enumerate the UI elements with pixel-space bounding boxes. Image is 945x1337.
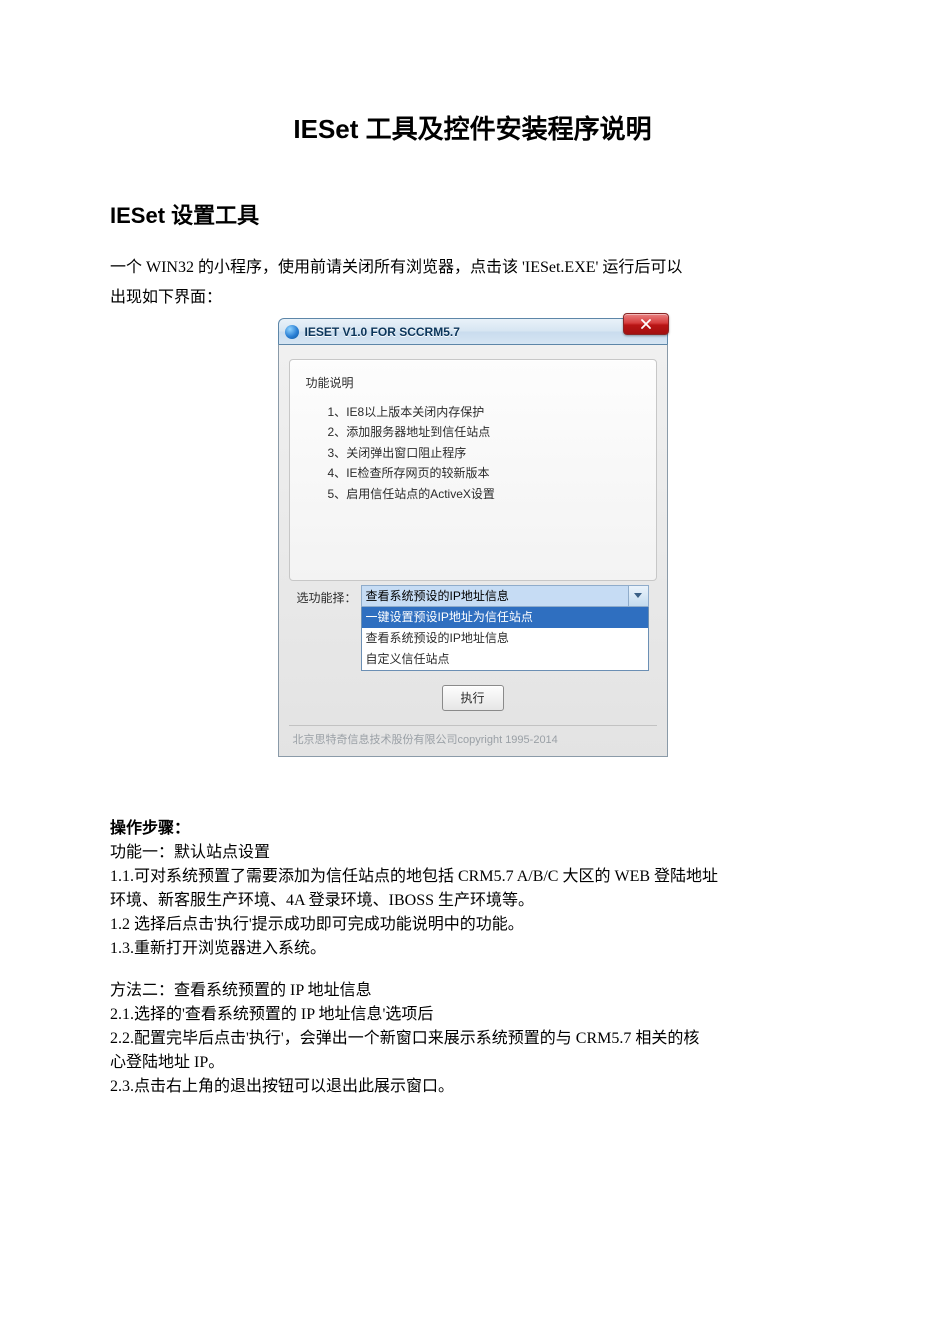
feature-groupbox: 功能说明 1、IE8以上版本关闭内存保护 2、添加服务器地址到信任站点 3、关闭… [289, 359, 657, 581]
close-icon [641, 319, 651, 329]
feature-group-title: 功能说明 [306, 374, 640, 392]
step-text: 1.1.可对系统预置了需要添加为信任站点的地包括 CRM5.7 A/B/C 大区… [110, 865, 835, 889]
page-title: IESet 工具及控件安装程序说明 [110, 110, 835, 149]
window-title: IESET V1.0 FOR SCCRM5.7 [305, 323, 460, 341]
step-text: 1.2 选择后点击'执行'提示成功即可完成功能说明中的功能。 [110, 913, 835, 937]
function-select-option[interactable]: 自定义信任站点 [362, 649, 648, 670]
step-text: 环境、新客服生产环境、4A 登录环境、IBOSS 生产环境等。 [110, 889, 835, 913]
step-text: 2.1.选择的'查看系统预置的 IP 地址信息'选项后 [110, 1003, 835, 1027]
section-heading: IESet 设置工具 [110, 199, 835, 232]
step-text: 2.2.配置完毕后点击'执行'，会弹出一个新窗口来展示系统预置的与 CRM5.7… [110, 1027, 835, 1051]
app-icon [285, 325, 299, 339]
function-select-dropdown: 一键设置预设IP地址为信任站点 查看系统预设的IP地址信息 自定义信任站点 [361, 607, 649, 671]
app-copyright: 北京思特奇信息技术股份有限公司copyright 1995-2014 [289, 725, 657, 751]
ieset-window: IESET V1.0 FOR SCCRM5.7 功能说明 1、IE8以上版本关闭… [278, 318, 668, 757]
method-title: 方法二：查看系统预置的 IP 地址信息 [110, 979, 835, 1003]
function-select-value: 查看系统预设的IP地址信息 [362, 586, 628, 606]
intro-text-line: 出现如下界面： [110, 286, 835, 310]
dropdown-arrow-button[interactable] [628, 586, 648, 606]
function-select[interactable]: 查看系统预设的IP地址信息 一键设置预设IP地址为信任站点 查看系统预设的IP地… [361, 585, 649, 671]
step-text: 1.3.重新打开浏览器进入系统。 [110, 937, 835, 961]
steps-heading: 操作步骤： [110, 817, 835, 841]
feature-item: 1、IE8以上版本关闭内存保护 [328, 402, 640, 422]
execute-button[interactable]: 执行 [442, 685, 504, 711]
feature-item: 3、关闭弹出窗口阻止程序 [328, 443, 640, 463]
step-text: 2.3.点击右上角的退出按钮可以退出此展示窗口。 [110, 1075, 835, 1099]
feature-item: 5、启用信任站点的ActiveX设置 [328, 484, 640, 504]
function-select-label: 选功能择： [297, 585, 353, 607]
step-text: 心登陆地址 IP。 [110, 1051, 835, 1075]
feature-item: 4、IE检查所存网页的较新版本 [328, 463, 640, 483]
function-select-option[interactable]: 一键设置预设IP地址为信任站点 [362, 607, 648, 628]
intro-text-line: 一个 WIN32 的小程序，使用前请关闭所有浏览器，点击该 'IESet.EXE… [110, 256, 835, 280]
window-close-button[interactable] [623, 313, 669, 335]
feature-item: 2、添加服务器地址到信任站点 [328, 422, 640, 442]
function-select-option[interactable]: 查看系统预设的IP地址信息 [362, 628, 648, 649]
chevron-down-icon [634, 593, 642, 599]
method-title: 功能一：默认站点设置 [110, 841, 835, 865]
window-titlebar: IESET V1.0 FOR SCCRM5.7 [278, 318, 668, 344]
